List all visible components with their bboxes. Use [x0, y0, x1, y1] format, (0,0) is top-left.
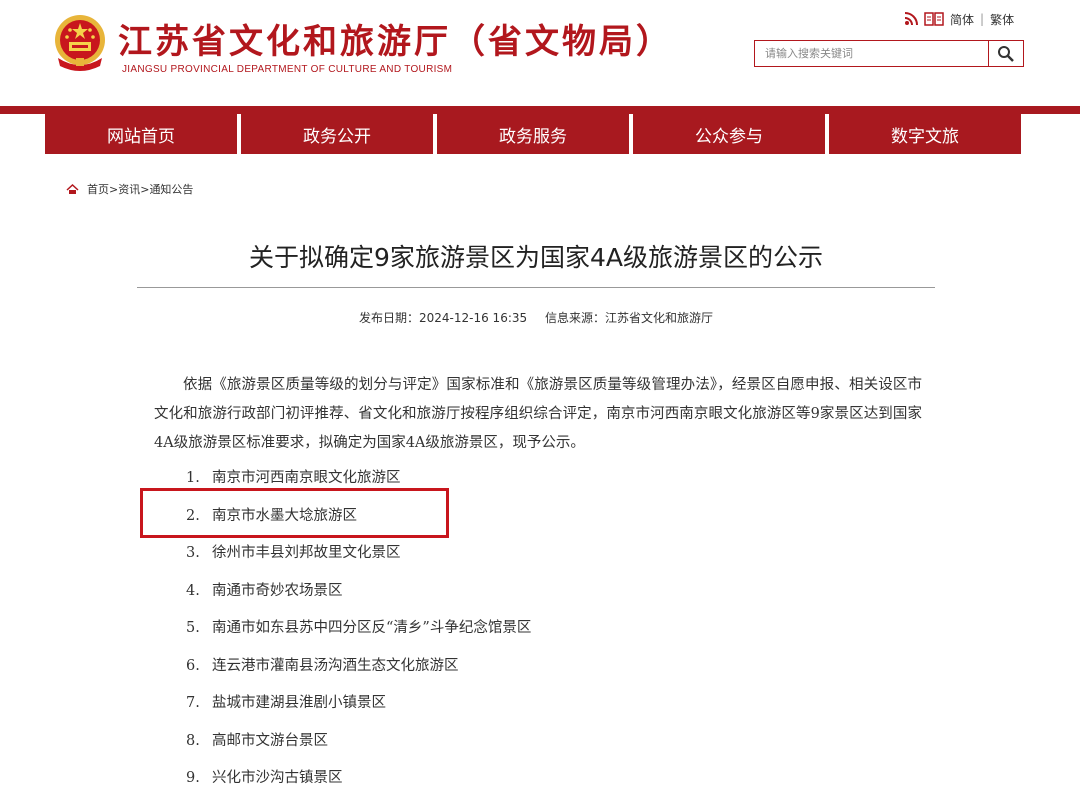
list-item-name: 南通市奇妙农场景区: [212, 582, 343, 599]
list-number: 9.: [186, 770, 200, 786]
list-item-name: 徐州市丰县刘邦故里文化景区: [212, 545, 401, 561]
tools-separator: |: [980, 12, 985, 26]
list-number: 8.: [186, 732, 200, 749]
search-button[interactable]: [988, 41, 1023, 66]
list-item-name: 南京市河西南京眼文化旅游区: [212, 470, 401, 486]
nav-government-affairs[interactable]: 政务公开: [241, 114, 433, 154]
traditional-chinese-link[interactable]: 繁体: [990, 11, 1014, 28]
highlight-box: [140, 488, 449, 538]
list-item: 3. 徐州市丰县刘邦故里文化景区: [186, 538, 531, 576]
list-item: 6. 连云港市灌南县汤沟酒生态文化旅游区: [186, 651, 531, 689]
rss-icon[interactable]: [904, 12, 918, 26]
list-number: 6.: [186, 657, 200, 674]
list-item-name: 南通市如东县苏中四分区反“清乡”斗争纪念馆景区: [212, 620, 532, 636]
list-item-name: 连云港市灌南县汤沟酒生态文化旅游区: [212, 657, 459, 674]
list-item-name: 高邮市文游台景区: [212, 732, 328, 749]
site-title[interactable]: 江苏省文化和旅游厅（省文物局）: [118, 14, 673, 63]
breadcrumb: 首页>资讯>通知公告: [66, 181, 193, 197]
header-tools: 简体 | 繁体: [904, 11, 1014, 27]
list-item: 8. 高邮市文游台景区: [186, 726, 531, 764]
nav-government-services[interactable]: 政务服务: [437, 114, 629, 154]
header-divider: [0, 106, 1080, 114]
list-number: 3.: [186, 545, 200, 561]
home-icon: [66, 183, 79, 194]
site-subtitle: JIANGSU PROVINCIAL DEPARTMENT OF CULTURE…: [122, 64, 453, 75]
list-item: 7. 盐城市建湖县淮剧小镇景区: [186, 688, 531, 726]
article-body: 依据《旅游景区质量等级的划分与评定》国家标准和《旅游景区质量等级管理办法》，经景…: [154, 377, 922, 451]
nav-public-participation[interactable]: 公众参与: [633, 114, 825, 154]
breadcrumb-home[interactable]: 首页: [87, 183, 109, 196]
list-number: 4.: [186, 582, 200, 599]
national-emblem-icon: [55, 15, 105, 71]
article-meta: 发布日期：2024-12-16 16:35 信息来源：江苏省文化和旅游厅: [137, 309, 935, 326]
breadcrumb-separator: >: [109, 183, 119, 196]
list-number: 7.: [186, 695, 200, 711]
breadcrumb-notices[interactable]: 通知公告: [149, 183, 193, 196]
search-input[interactable]: [755, 41, 988, 66]
publish-date: 发布日期：2024-12-16 16:35: [359, 311, 528, 325]
list-number: 5.: [186, 620, 200, 636]
breadcrumb-news[interactable]: 资讯: [118, 183, 140, 196]
list-item-name: 盐城市建湖县淮剧小镇景区: [212, 695, 386, 711]
list-item-name: 兴化市沙沟古镇景区: [212, 770, 343, 786]
list-item: 4. 南通市奇妙农场景区: [186, 576, 531, 614]
simplified-chinese-link[interactable]: 简体: [950, 11, 974, 28]
search-box: [754, 40, 1024, 67]
site-header: 江苏省文化和旅游厅（省文物局） JIANGSU PROVINCIAL DEPAR…: [0, 0, 1080, 108]
nav-digital-tourism[interactable]: 数字文旅: [829, 114, 1021, 154]
main-nav: 网站首页 政务公开 政务服务 公众参与 数字文旅: [45, 114, 1021, 154]
nav-home[interactable]: 网站首页: [45, 114, 237, 154]
info-source: 信息来源：江苏省文化和旅游厅: [544, 311, 713, 325]
title-divider: [137, 287, 935, 288]
reader-book-icon[interactable]: [924, 12, 944, 26]
article-title: 关于拟确定9家旅游景区为国家4A级旅游景区的公示: [249, 243, 823, 272]
list-item: 9. 兴化市沙沟古镇景区: [186, 763, 531, 801]
list-item: 5. 南通市如东县苏中四分区反“清乡”斗争纪念馆景区: [186, 613, 531, 651]
search-icon: [998, 45, 1014, 62]
